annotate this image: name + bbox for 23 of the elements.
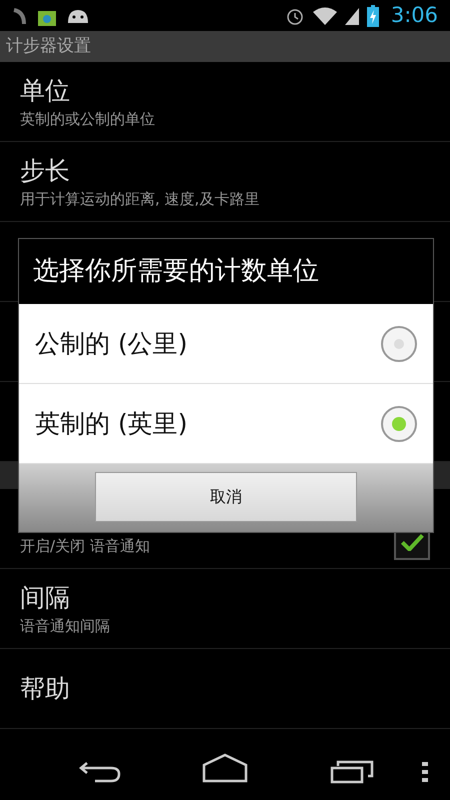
- battery-charging-icon: [366, 4, 379, 26]
- cell-signal-icon: [344, 6, 359, 26]
- check-icon: [400, 532, 424, 550]
- wifi-icon: [312, 6, 337, 26]
- setting-title: 单位: [20, 74, 71, 106]
- recent-apps-icon[interactable]: [330, 760, 374, 784]
- screen-title: 计步器设置: [6, 34, 91, 58]
- setting-title: 间隔: [20, 582, 71, 614]
- cancel-button[interactable]: 取消: [95, 472, 357, 522]
- back-icon[interactable]: [79, 761, 121, 783]
- setting-summary: 语音通知间隔: [20, 616, 111, 636]
- radio-button[interactable]: [381, 326, 417, 362]
- radio-button[interactable]: [381, 406, 417, 442]
- setting-title: 步长: [20, 154, 71, 186]
- overflow-menu-icon[interactable]: [422, 762, 428, 782]
- dialog-title: 选择你所需要的计数单位: [33, 255, 319, 288]
- home-icon[interactable]: [202, 753, 248, 783]
- status-time: 3:06: [390, 2, 438, 29]
- setting-summary: 开启/关闭 语音通知: [20, 536, 151, 556]
- setting-summary: 用于计算运动的距离, 速度,及卡路里: [20, 188, 260, 210]
- setting-summary: 英制的或公制的单位: [20, 108, 156, 130]
- radio-option[interactable]: 公制的 (公里): [19, 304, 433, 384]
- setting-title: 帮助: [20, 672, 71, 704]
